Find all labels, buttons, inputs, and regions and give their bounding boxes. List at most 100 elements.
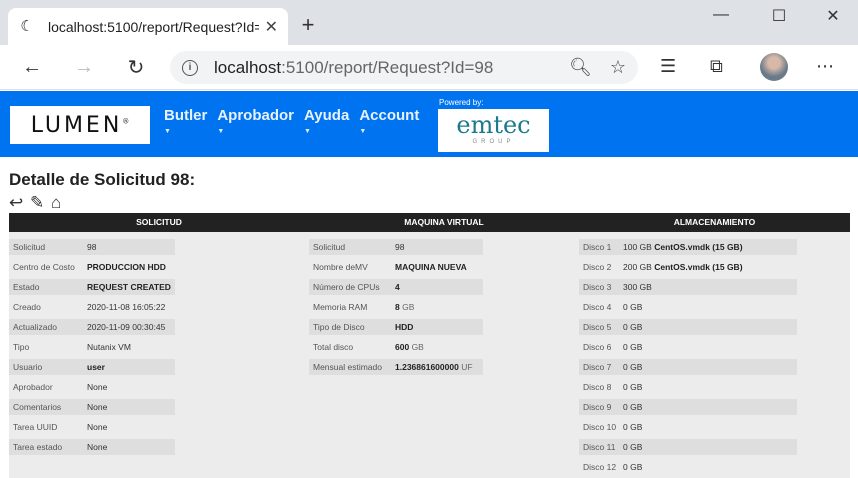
detail-row: Disco 11 0 GB: [579, 437, 797, 457]
detail-value-text: 2020-11-08 16:05:22: [87, 302, 166, 312]
detail-value-text: 0 GB: [623, 302, 643, 312]
detail-value-text: 8: [395, 302, 400, 312]
close-tab-icon[interactable]: ✕: [265, 17, 278, 37]
detail-key: Tipo: [13, 342, 30, 352]
edit-pencil-icon[interactable]: ✎: [30, 193, 50, 213]
detail-value: 98: [391, 239, 483, 255]
detail-value: PRODUCCION HDD: [83, 259, 175, 275]
detail-row-cells: Disco 3 300 GB: [579, 279, 797, 295]
url-field[interactable]: i localhost:5100/report/Request?Id=98 🔍︎…: [170, 51, 638, 84]
unit-label: GB: [402, 302, 415, 312]
detail-value: None: [83, 399, 175, 415]
info-icon[interactable]: i: [182, 59, 198, 76]
detail-row-cells: Nombre deMV MAQUINA NUEVA: [309, 259, 483, 275]
favorite-star-icon[interactable]: ☆: [610, 57, 626, 78]
detail-value-text: 600: [395, 342, 410, 352]
detail-value-text: None: [87, 402, 108, 412]
detail-value-text: None: [87, 382, 108, 392]
menu-ayuda[interactable]: Ayuda ▼: [304, 107, 349, 135]
detail-row-cells: Solicitud 98: [9, 239, 175, 255]
menu-aprobador[interactable]: Aprobador ▼: [217, 107, 294, 135]
detail-key: Disco 1: [583, 242, 612, 252]
menu-ayuda-label: Ayuda: [304, 107, 350, 124]
detail-value: None: [83, 419, 175, 435]
detail-value: 0 GB: [619, 459, 797, 475]
detail-row: Solicitud 98: [309, 237, 483, 257]
detail-key: Total disco: [313, 342, 354, 352]
close-window-button[interactable]: ✕: [810, 6, 856, 26]
home-icon[interactable]: ⌂: [51, 193, 71, 213]
page-title: Detalle de Solicitud 98:: [9, 170, 196, 189]
detail-value-text: None: [87, 422, 108, 432]
detail-value: REQUEST CREATED: [83, 279, 175, 295]
detail-row: Estado REQUEST CREATED: [9, 277, 175, 297]
back-button[interactable]: ←: [12, 56, 52, 79]
detail-value-text: 98: [395, 242, 405, 252]
menu-account[interactable]: Account ▼: [359, 107, 419, 135]
menu-account-label: Account: [359, 107, 420, 124]
solicitud-column: Solicitud 98 Centro de Costo PRODUCCION HDD…: [9, 237, 175, 457]
detail-row-cells: Disco 7 0 GB: [579, 359, 797, 375]
detail-key: Tarea estado: [13, 442, 63, 452]
reload-button[interactable]: ↻: [116, 55, 156, 80]
more-menu-icon[interactable]: ⋯: [816, 56, 834, 77]
detail-value-text: user: [87, 362, 105, 372]
detail-row-cells: Creado 2020-11-08 16:05:22: [9, 299, 175, 315]
detail-row-cells: Disco 9 0 GB: [579, 399, 797, 415]
detail-value-text: 98: [87, 242, 97, 252]
detail-key: Disco 10: [583, 422, 617, 432]
detail-value-text: 1.236861600000: [395, 362, 459, 372]
detail-row: Creado 2020-11-08 16:05:22: [9, 297, 175, 317]
unit-label: GB: [411, 342, 424, 352]
maximize-button[interactable]: ☐: [756, 6, 802, 26]
detail-row: Número de CPUs 4: [309, 277, 483, 297]
detail-key: Usuario: [13, 362, 43, 372]
favorites-list-icon[interactable]: ☰: [660, 56, 676, 77]
detail-value: 2020-11-09 00:30:45: [83, 319, 175, 335]
detail-value: 0 GB: [619, 319, 797, 335]
detail-row: Tipo de Disco HDD: [309, 317, 483, 337]
menu-butler[interactable]: Butler ▼: [164, 107, 207, 135]
profile-avatar[interactable]: [760, 53, 788, 81]
detail-value: 0 GB: [619, 299, 797, 315]
forward-button[interactable]: →: [64, 56, 104, 79]
detail-row: Total disco 600 GB: [309, 337, 483, 357]
detail-value: HDD: [391, 319, 483, 335]
detail-value: 0 GB: [619, 339, 797, 355]
detail-value: 0 GB: [619, 419, 797, 435]
detail-value: 100 GB CentOS.vmdk (15 GB): [619, 239, 797, 255]
zoom-icon[interactable]: 🔍︎: [569, 57, 592, 78]
detail-value: 98: [83, 239, 175, 255]
detail-row: Disco 10 0 GB: [579, 417, 797, 437]
tab-title: localhost:5100/report/Request?Id=98: [48, 18, 259, 35]
detail-value: 2020-11-08 16:05:22: [83, 299, 175, 315]
section-solicitud: SOLICITUD: [136, 217, 182, 227]
detail-key: Comentarios: [13, 402, 62, 412]
action-icons: ↩ ✎ ⌂: [9, 193, 72, 213]
site-header: LUMEN® Butler ▼ Aprobador ▼ Ayuda ▼ Account…: [0, 91, 858, 157]
detail-row: Disco 4 0 GB: [579, 297, 797, 317]
minimize-button[interactable]: —: [698, 6, 744, 24]
detail-value-text: 0 GB: [623, 422, 643, 432]
back-arrow-icon[interactable]: ↩: [9, 193, 29, 213]
detail-key: Disco 5: [583, 322, 612, 332]
collections-icon[interactable]: ⧉: [710, 56, 723, 77]
detail-row-cells: Mensual estimado 1.236861600000 UF: [309, 359, 483, 375]
detail-row-cells: Comentarios None: [9, 399, 175, 415]
detail-row: Disco 9 0 GB: [579, 397, 797, 417]
lumen-logo[interactable]: LUMEN®: [10, 106, 150, 144]
favicon-icon: ☾: [20, 17, 34, 35]
detail-value: 0 GB: [619, 439, 797, 455]
detail-value: 4: [391, 279, 483, 295]
detail-row-cells: Disco 6 0 GB: [579, 339, 797, 355]
detail-value: 300 GB: [619, 279, 797, 295]
detail-key: Creado: [13, 302, 41, 312]
new-tab-button[interactable]: +: [296, 12, 320, 38]
menu-aprobador-label: Aprobador: [217, 107, 295, 124]
browser-tab[interactable]: ☾ localhost:5100/report/Request?Id=98 ✕: [8, 8, 288, 45]
detail-value-text: 2020-11-09 00:30:45: [87, 322, 166, 332]
detail-row: Disco 7 0 GB: [579, 357, 797, 377]
detail-value-text: HDD: [395, 322, 414, 332]
detail-value-text: 0 GB: [623, 442, 643, 452]
detail-value: 600 GB: [391, 339, 483, 355]
